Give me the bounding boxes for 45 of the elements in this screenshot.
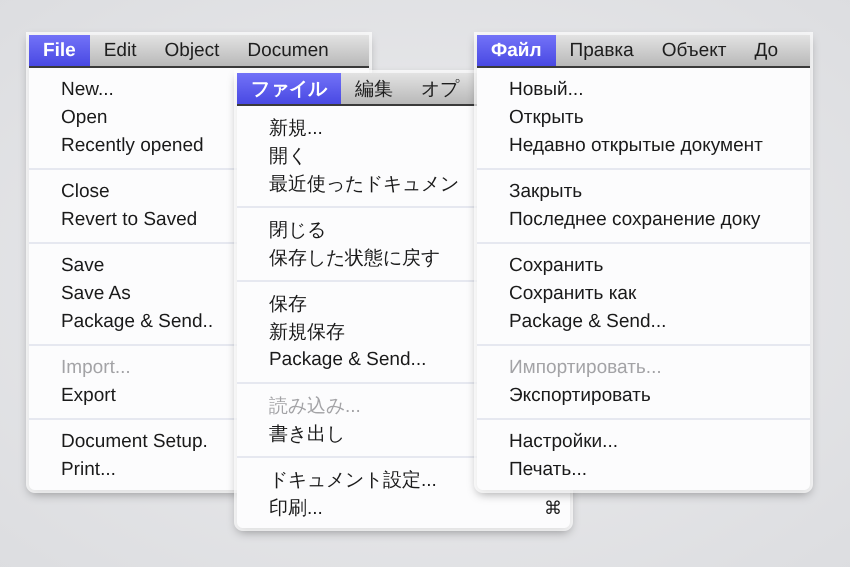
menu-item[interactable]: Package & Send... xyxy=(237,346,434,374)
menu-title[interactable]: Documen xyxy=(233,35,343,66)
menu-item[interactable]: Export xyxy=(29,382,124,410)
menu-item[interactable]: Open xyxy=(29,104,116,132)
menu-item[interactable]: Новый... xyxy=(477,76,592,104)
menu-title[interactable]: オプ xyxy=(407,73,473,104)
menu-item[interactable]: Save As xyxy=(29,280,139,308)
menu-item[interactable]: Настройки... xyxy=(477,428,626,456)
menu-item[interactable]: Close xyxy=(29,178,118,206)
menu-title[interactable]: Правка xyxy=(556,35,648,66)
menu-item[interactable]: 開く xyxy=(237,142,315,170)
menu-item[interactable]: Package & Send... xyxy=(477,308,674,336)
menu-item[interactable]: 閉じる xyxy=(237,216,334,244)
menu-item[interactable]: 書き出し xyxy=(237,420,353,448)
menu-item[interactable]: Сохранить как xyxy=(477,280,644,308)
menu-item[interactable]: Закрыть xyxy=(477,178,590,206)
menu-item[interactable]: 新規... xyxy=(237,114,331,142)
menu-title[interactable]: File xyxy=(29,35,90,66)
menu-title[interactable]: Файл xyxy=(477,35,556,66)
menu-item[interactable]: 印刷... ⌘ xyxy=(237,494,570,522)
menu-title[interactable]: Объект xyxy=(648,35,740,66)
menu-item[interactable]: Document Setup. xyxy=(29,428,216,456)
menu-item[interactable]: Recently opened xyxy=(29,132,212,160)
menu-item[interactable]: Package & Send.. xyxy=(29,308,222,336)
menu-item[interactable]: 新規保存 xyxy=(237,318,353,346)
menu-title[interactable]: До xyxy=(740,35,792,66)
menu-item[interactable]: 保存 xyxy=(237,290,315,318)
menu-item[interactable]: ドキュメント設定... xyxy=(237,466,445,494)
menu-item[interactable]: Save xyxy=(29,252,112,280)
shortcut-label: ⌘ xyxy=(544,498,562,518)
menu-item[interactable]: Последнее сохранение доку xyxy=(477,206,768,234)
menu-item[interactable]: 最近使ったドキュメン xyxy=(237,170,467,198)
menu-title[interactable]: Object xyxy=(150,35,234,66)
menu-item[interactable]: Print... xyxy=(29,456,124,484)
menu-item[interactable]: Открыть xyxy=(477,104,592,132)
menu-title[interactable]: ファイル xyxy=(237,73,341,104)
menu-item[interactable]: Печать... xyxy=(477,456,596,484)
menu-item[interactable]: Экспортировать xyxy=(477,382,659,410)
menu-item[interactable]: New... xyxy=(29,76,122,104)
menu-item[interactable]: 保存した状態に戻す xyxy=(237,244,448,272)
menu-title[interactable]: Edit xyxy=(90,35,150,66)
menu-item[interactable]: Недавно открытые документ xyxy=(477,132,771,160)
menu-title[interactable]: 編集 xyxy=(341,73,407,104)
menu-item[interactable]: Revert to Saved xyxy=(29,206,206,234)
menu-item[interactable]: Сохранить xyxy=(477,252,612,280)
